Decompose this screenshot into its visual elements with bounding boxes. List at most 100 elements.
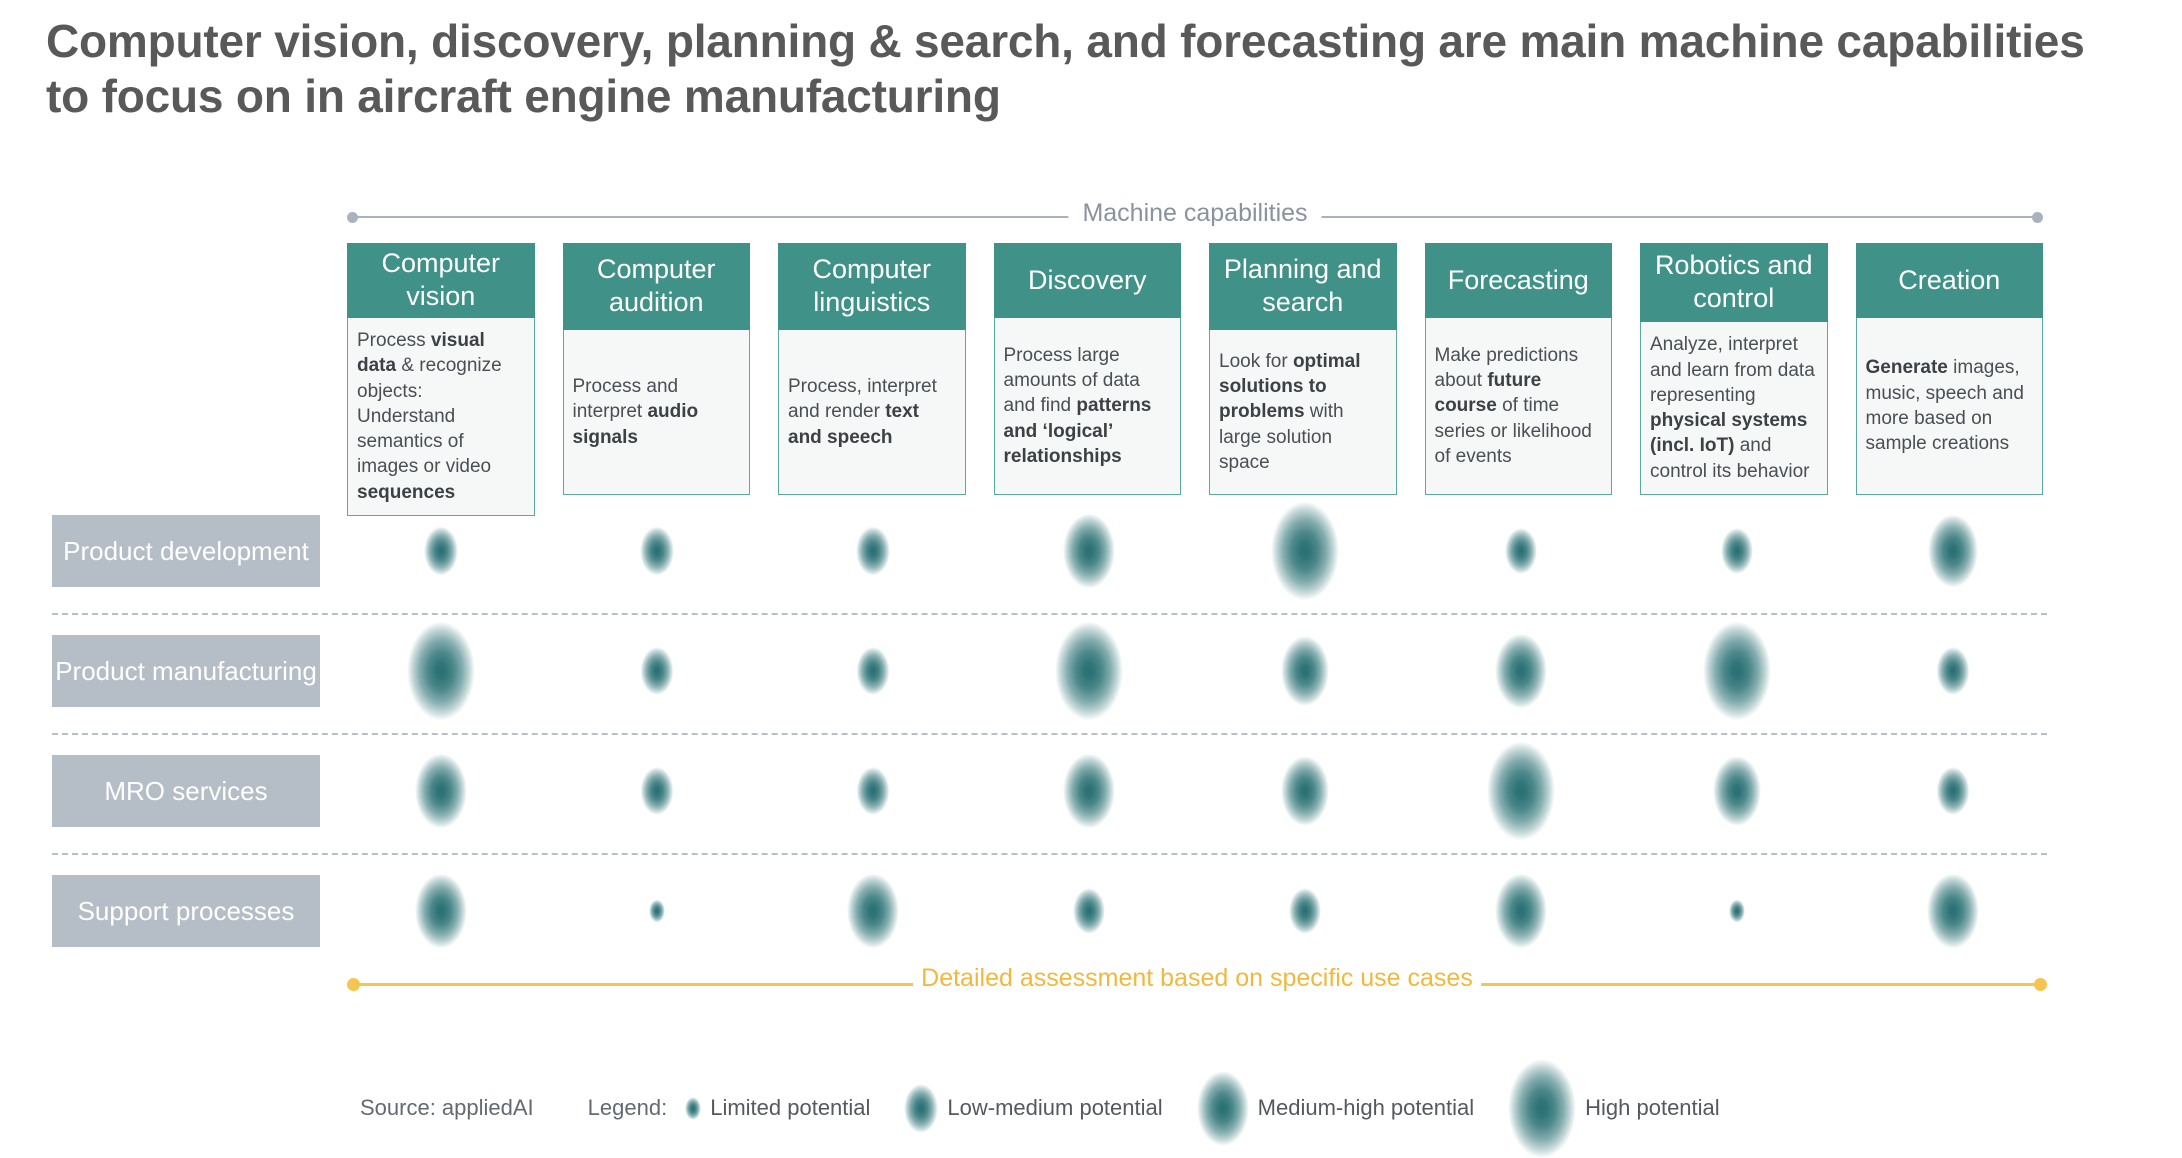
potential-bubble <box>1495 633 1547 709</box>
legend-bubble-icon <box>1196 1070 1249 1146</box>
capability-card-header: Planning and search <box>1209 243 1397 330</box>
capability-card[interactable]: Planning and search Look for optimal solu… <box>1209 243 1397 495</box>
capability-card-header: Computer vision <box>347 243 535 318</box>
capability-card-description: Generate images, music, speech and more … <box>1855 318 2043 495</box>
bubble-cell[interactable] <box>1703 621 1771 721</box>
capability-card[interactable]: Discovery Process large amounts of data a… <box>993 243 1181 495</box>
bubble-cell[interactable] <box>1271 501 1339 601</box>
bubble-cell[interactable] <box>640 526 674 576</box>
legend-item[interactable]: Limited potential <box>685 1095 870 1121</box>
bubble-cell[interactable] <box>856 647 890 695</box>
capability-card-header: Creation <box>1855 243 2043 318</box>
bubble-cell[interactable] <box>640 767 674 815</box>
bubble-cell[interactable] <box>1495 633 1547 709</box>
capability-card[interactable]: Robotics and control Analyze, interpret a… <box>1640 243 1828 495</box>
axis-end-dot-right <box>2032 212 2043 223</box>
potential-bubble <box>1281 636 1329 706</box>
capability-card-header: Robotics and control <box>1640 243 1828 323</box>
bubble-cell[interactable] <box>424 526 458 576</box>
bubble-cell[interactable] <box>407 621 475 721</box>
capability-card-description: Process, interpret and render text and s… <box>778 329 966 495</box>
row-divider <box>52 853 2047 855</box>
bubble-cell[interactable] <box>415 873 467 949</box>
bubble-cell[interactable] <box>1936 767 1970 815</box>
bubble-cell[interactable] <box>1281 756 1329 826</box>
potential-bubble <box>640 647 674 695</box>
potential-bubble <box>856 647 890 695</box>
capability-card[interactable]: Creation Generate images, music, speech a… <box>1855 243 2043 495</box>
potential-bubble <box>1713 756 1761 826</box>
capability-card[interactable]: Computer audition Process and interpret a… <box>562 243 750 495</box>
potential-bubble <box>1281 756 1329 826</box>
detailed-assessment-label: Detailed assessment based on specific us… <box>913 964 1481 993</box>
bubble-cell[interactable] <box>1063 753 1115 829</box>
capability-card-description: Process and interpret audio signals <box>562 329 750 495</box>
bubble-cell[interactable] <box>856 526 890 576</box>
row-divider <box>52 733 2047 735</box>
footer: Source: appliedAI Legend: Limited potent… <box>360 1058 1720 1158</box>
bubble-cell[interactable] <box>1487 741 1555 841</box>
potential-bubble <box>1721 528 1753 574</box>
machine-capabilities-label: Machine capabilities <box>1068 199 1322 228</box>
legend-item-label: Medium-high potential <box>1257 1095 1475 1120</box>
potential-bubble <box>1927 873 1979 949</box>
capability-card-description: Process large amounts of data and find p… <box>993 318 1181 495</box>
bubble-cell[interactable] <box>1505 528 1537 574</box>
potential-bubble <box>856 526 890 576</box>
slide-canvas: Computer vision, discovery, planning & s… <box>0 0 2182 1158</box>
detailed-assessment-axis: Detailed assessment based on specific us… <box>347 964 2047 993</box>
bubble-cell[interactable] <box>649 899 665 923</box>
capability-card-description: Look for optimal solutions to problems w… <box>1209 329 1397 495</box>
potential-bubble <box>640 767 674 815</box>
legend-item[interactable]: Medium-high potential <box>1196 1070 1475 1146</box>
potential-bubble <box>1505 528 1537 574</box>
bubble-cell[interactable] <box>1928 514 1978 588</box>
bubble-cell[interactable] <box>1055 621 1123 721</box>
bubble-cell[interactable] <box>1063 513 1115 589</box>
legend-item[interactable]: Low-medium potential <box>904 1083 1163 1133</box>
potential-bubble <box>1928 514 1978 588</box>
bubble-cell[interactable] <box>1073 888 1105 934</box>
potential-bubble <box>1495 873 1547 949</box>
capability-card[interactable]: Computer linguistics Process, interpret a… <box>778 243 966 495</box>
potential-bubble <box>415 873 467 949</box>
axis-end-dot-left <box>347 212 358 223</box>
bubble-cell[interactable] <box>640 647 674 695</box>
capability-card-header: Computer audition <box>562 243 750 330</box>
capability-card-description: Make predictions about future course of … <box>1424 318 1612 495</box>
potential-bubble <box>407 621 475 721</box>
bubble-cell[interactable] <box>1281 636 1329 706</box>
capability-card[interactable]: Computer vision Process visual data & rec… <box>347 243 535 516</box>
legend-bubble-icon <box>685 1096 702 1120</box>
bubble-cell[interactable] <box>1713 756 1761 826</box>
page-title: Computer vision, discovery, planning & s… <box>46 15 2085 123</box>
potential-bubble <box>856 767 890 815</box>
capability-card[interactable]: Forecasting Make predictions about future… <box>1424 243 1612 495</box>
potential-bubble <box>424 526 458 576</box>
bubble-cell[interactable] <box>1927 873 1979 949</box>
potential-bubble <box>649 899 665 923</box>
bubble-cell[interactable] <box>847 873 899 949</box>
potential-bubble <box>847 873 899 949</box>
legend-title: Legend: <box>587 1095 668 1120</box>
bubble-cell[interactable] <box>1936 647 1970 695</box>
capability-card-header: Computer linguistics <box>778 243 966 330</box>
axis-end-dot-left <box>347 978 360 991</box>
potential-bubble <box>1703 621 1771 721</box>
bubble-cell[interactable] <box>415 753 467 829</box>
capability-card-header: Forecasting <box>1424 243 1612 318</box>
legend-item[interactable]: High potential <box>1508 1058 1720 1158</box>
legend-item-label: Limited potential <box>710 1095 871 1120</box>
bubble-cell[interactable] <box>1289 888 1321 934</box>
bubble-cell[interactable] <box>1495 873 1547 949</box>
potential-bubble <box>1271 501 1339 601</box>
capability-card-description: Process visual data & recognize objects:… <box>347 318 535 516</box>
potential-bubble <box>1289 888 1321 934</box>
bubble-cell[interactable] <box>1729 899 1745 923</box>
axis-end-dot-right <box>2034 978 2047 991</box>
bubble-cell[interactable] <box>1721 528 1753 574</box>
bubble-cell[interactable] <box>856 767 890 815</box>
legend-item-label: High potential <box>1585 1095 1720 1120</box>
legend-bubble-icon <box>904 1083 939 1133</box>
source-note: Source: appliedAI <box>360 1095 534 1120</box>
